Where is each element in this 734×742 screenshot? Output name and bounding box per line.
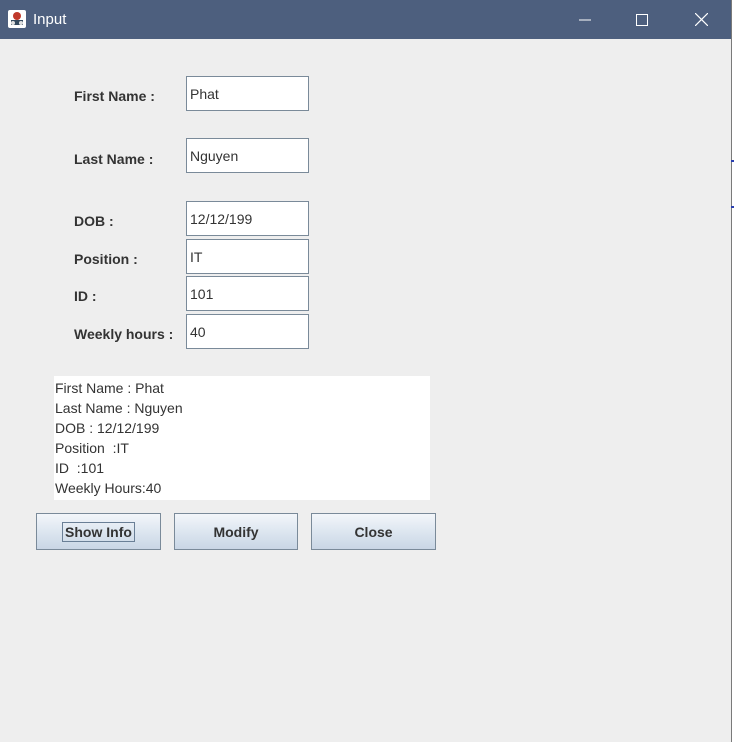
info-line-id: ID :101	[55, 460, 105, 476]
maximize-icon	[636, 13, 648, 26]
close-window-button[interactable]	[678, 0, 724, 39]
close-icon	[694, 13, 708, 26]
info-line-last-name: Last Name : Nguyen	[55, 400, 183, 416]
info-line-dob: DOB : 12/12/199	[55, 420, 160, 436]
modify-label: Modify	[213, 523, 259, 540]
info-line-first-name: First Name : Phat	[55, 380, 164, 396]
title-bar[interactable]: Input	[0, 0, 731, 39]
last-name-label: Last Name :	[74, 151, 154, 167]
minimize-button[interactable]	[562, 0, 608, 39]
show-info-button[interactable]: Show Info	[36, 513, 161, 550]
java-app-icon	[8, 10, 26, 28]
close-label: Close	[354, 523, 393, 540]
show-info-label: Show Info	[62, 521, 135, 542]
minimize-icon	[579, 19, 591, 20]
info-line-position: Position :IT	[55, 440, 129, 456]
position-label: Position :	[74, 251, 138, 267]
id-label: ID :	[74, 288, 97, 304]
info-text-area[interactable]: First Name : Phat Last Name : Nguyen DOB…	[54, 376, 430, 500]
weekly-hours-label: Weekly hours :	[74, 326, 174, 342]
dob-field[interactable]	[186, 201, 309, 236]
position-field[interactable]	[186, 239, 309, 274]
first-name-field[interactable]	[186, 76, 309, 111]
input-window: Input First Name : Last Name : DOB : Pos…	[0, 0, 732, 742]
dob-label: DOB :	[74, 213, 114, 229]
modify-button[interactable]: Modify	[174, 513, 298, 550]
maximize-button[interactable]	[619, 0, 665, 39]
info-line-weekly-hours: Weekly Hours:40	[55, 480, 162, 496]
first-name-label: First Name :	[74, 88, 155, 104]
id-field[interactable]	[186, 276, 309, 311]
weekly-hours-field[interactable]	[186, 314, 309, 349]
last-name-field[interactable]	[186, 138, 309, 173]
window-title: Input	[33, 11, 67, 28]
close-button[interactable]: Close	[311, 513, 436, 550]
